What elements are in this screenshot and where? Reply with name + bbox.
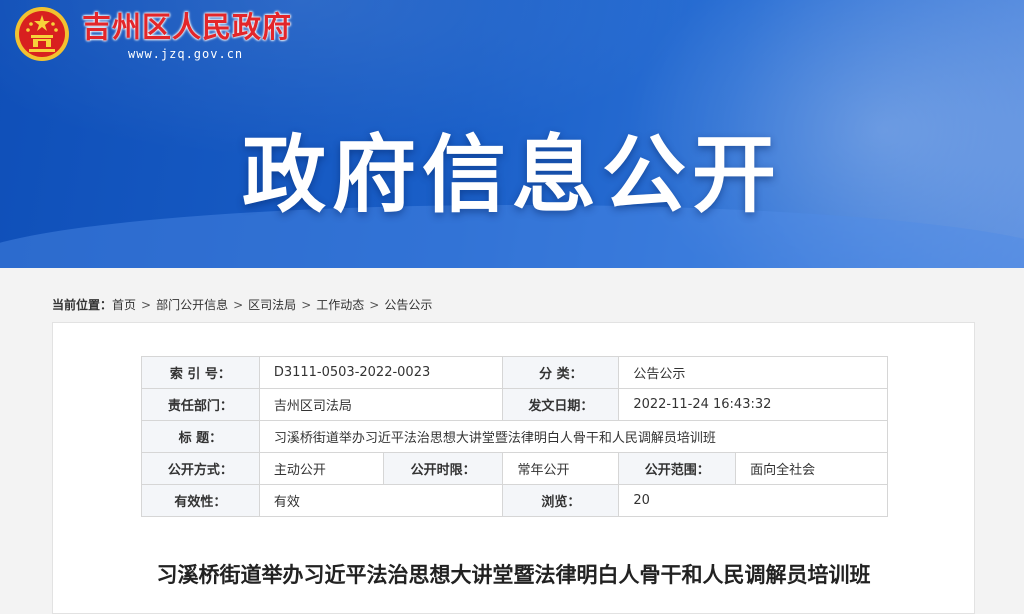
breadcrumb-dept-info[interactable]: 部门公开信息 <box>156 298 228 312</box>
date-value: 2022-11-24 16:43:32 <box>618 388 888 421</box>
breadcrumb-work-news[interactable]: 工作动态 <box>316 298 364 312</box>
period-label: 公开时限： <box>382 452 504 485</box>
views-label: 浏览： <box>502 484 620 517</box>
date-label: 发文日期： <box>502 388 620 421</box>
banner-title: 政府信息公开 <box>241 126 782 224</box>
breadcrumb-separator: > <box>233 298 244 312</box>
site-name[interactable]: 吉州区人民政府 <box>82 4 292 46</box>
mode-label: 公开方式： <box>141 452 260 485</box>
breadcrumb-notices[interactable]: 公告公示 <box>384 298 432 312</box>
title-label: 标 题： <box>141 420 260 453</box>
index-no-label: 索 引 号： <box>141 356 260 389</box>
category-label: 分 类： <box>502 356 620 389</box>
breadcrumb-justice-bureau[interactable]: 区司法局 <box>248 298 296 312</box>
mode-value: 主动公开 <box>258 452 384 485</box>
breadcrumb-separator: > <box>141 298 152 312</box>
table-row: 标 题： 习溪桥街道举办习近平法治思想大讲堂暨法律明白人骨干和人民调解员培训班 <box>141 420 889 453</box>
dept-label: 责任部门： <box>141 388 260 421</box>
breadcrumb: 当前位置：首页 > 部门公开信息 > 区司法局 > 工作动态 > 公告公示 <box>52 296 432 313</box>
validity-label: 有效性： <box>141 484 260 517</box>
national-emblem-icon[interactable] <box>14 6 70 62</box>
scope-label: 公开范围： <box>618 452 737 485</box>
header-banner: 吉州区人民政府 www.jzq.gov.cn 政府信息公开 <box>0 0 1024 268</box>
breadcrumb-label: 当前位置： <box>52 298 113 312</box>
info-metadata-table: 索 引 号： D3111-0503-2022-0023 分 类： 公告公示 责任… <box>141 356 889 517</box>
breadcrumb-home[interactable]: 首页 <box>112 298 136 312</box>
content-panel: 索 引 号： D3111-0503-2022-0023 分 类： 公告公示 责任… <box>52 322 975 614</box>
table-row: 责任部门： 吉州区司法局 发文日期： 2022-11-24 16:43:32 <box>141 388 888 421</box>
table-row: 公开方式： 主动公开 公开时限： 常年公开 公开范围： 面向全社会 <box>141 452 888 485</box>
dept-value: 吉州区司法局 <box>258 388 504 421</box>
table-row: 有效性： 有效 浏览： 20 <box>141 484 888 517</box>
category-value: 公告公示 <box>618 356 888 389</box>
index-no-value: D3111-0503-2022-0023 <box>258 356 504 389</box>
scope-value: 面向全社会 <box>735 452 888 485</box>
title-value: 习溪桥街道举办习近平法治思想大讲堂暨法律明白人骨干和人民调解员培训班 <box>258 420 889 453</box>
article-title: 习溪桥街道举办习近平法治思想大讲堂暨法律明白人骨干和人民调解员培训班 <box>156 562 871 587</box>
table-row: 索 引 号： D3111-0503-2022-0023 分 类： 公告公示 <box>141 356 888 389</box>
period-value: 常年公开 <box>502 452 620 485</box>
views-value: 20 <box>618 484 888 517</box>
breadcrumb-separator: > <box>369 298 380 312</box>
validity-value: 有效 <box>258 484 504 517</box>
site-url: www.jzq.gov.cn <box>128 47 244 61</box>
breadcrumb-separator: > <box>301 298 312 312</box>
